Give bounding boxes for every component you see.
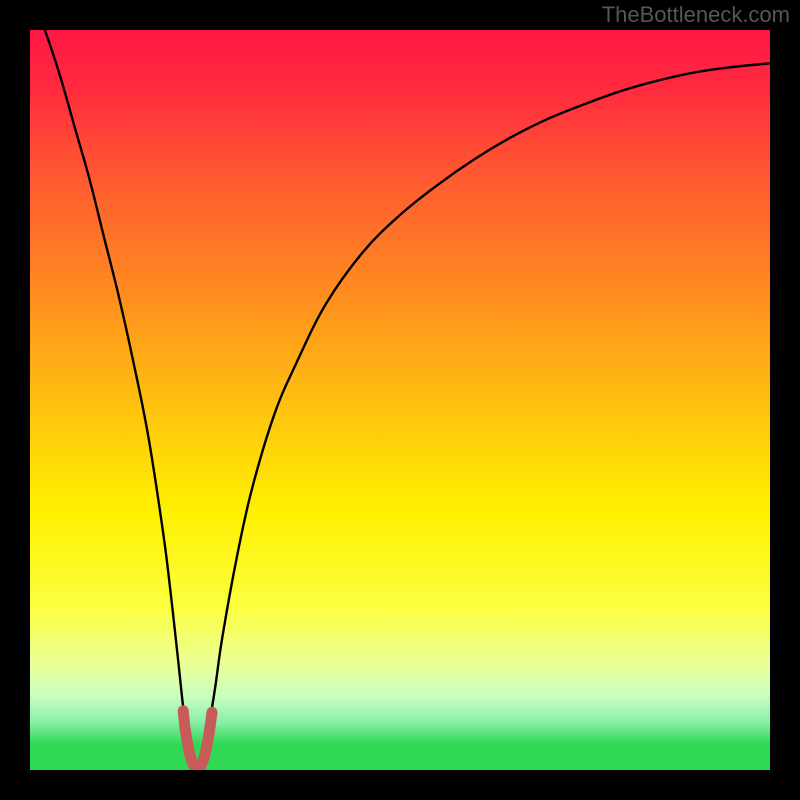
- chart-plot-area: [30, 30, 770, 770]
- chart-svg: [30, 30, 770, 770]
- watermark-text: TheBottleneck.com: [602, 2, 790, 28]
